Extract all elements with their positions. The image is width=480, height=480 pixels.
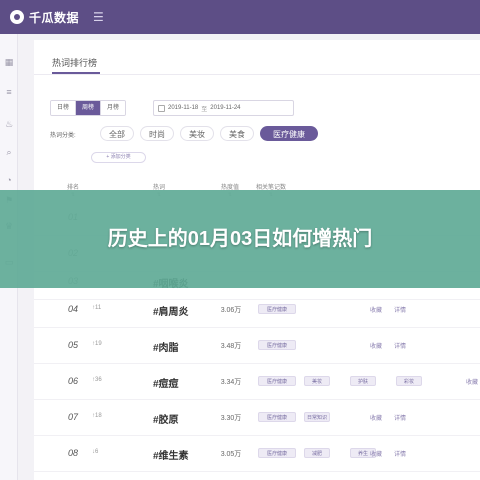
detail-link[interactable]: 详情 <box>394 413 406 422</box>
chart-icon[interactable]: ◔ <box>3 174 15 186</box>
category-tag: 医疗健康 <box>258 412 296 422</box>
keyword-link[interactable]: #痘痘 <box>153 375 179 390</box>
category-chip-all[interactable]: 全部 <box>100 126 134 141</box>
heat-value: 3.05万 <box>220 451 242 458</box>
collect-link[interactable]: 收藏 <box>370 449 382 458</box>
category-tag: 美妆 <box>304 376 330 386</box>
date-end: 2019-11-24 <box>210 105 241 111</box>
category-chip-food[interactable]: 美食 <box>220 126 254 141</box>
detail-link[interactable]: 详情 <box>394 305 406 314</box>
add-category-button[interactable]: + 添加分类 <box>91 152 146 163</box>
table-row[interactable]: 07↑18#胶原3.30万316医疗健康日常知识收藏详情 <box>34 400 480 436</box>
category-chip-health[interactable]: 医疗健康 <box>260 126 318 141</box>
title-divider <box>34 74 480 75</box>
category-tag: 医疗健康 <box>258 340 296 350</box>
rank-change: ↑18 <box>92 413 102 419</box>
keyword-link[interactable]: #肩周炎 <box>153 303 189 318</box>
keyword-link[interactable]: #肉脂 <box>153 339 179 354</box>
collect-link[interactable]: 收藏 <box>370 341 382 350</box>
rank-number: 05 <box>68 340 79 350</box>
category-tag: 日常知识 <box>304 412 330 422</box>
page-title: 热词排行榜 <box>52 58 98 68</box>
flame-icon[interactable]: ♨ <box>3 118 15 130</box>
collect-link[interactable]: 收藏 <box>370 413 382 422</box>
category-tag: 医疗健康 <box>258 448 296 458</box>
tab-monthly[interactable]: 月榜 <box>101 101 126 115</box>
heat-value: 3.06万 <box>220 307 242 314</box>
search-icon[interactable]: ⌕ <box>3 146 15 158</box>
calendar-icon <box>158 104 165 112</box>
grid-icon[interactable]: ▦ <box>3 56 15 68</box>
rank-number: 06 <box>68 376 79 386</box>
category-tag: 护肤 <box>350 376 376 386</box>
category-tag: 医疗健康 <box>258 304 296 314</box>
title-underline <box>52 72 100 74</box>
heat-value: 3.34万 <box>220 379 242 386</box>
rank-number: 08 <box>68 448 79 458</box>
heat-value: 3.30万 <box>220 415 242 422</box>
category-tag: 彩妆 <box>396 376 422 386</box>
menu-icon[interactable]: ☰ <box>93 10 104 24</box>
table-row[interactable]: 06↑36#痘痘3.34万565医疗健康美妆护肤彩妆收藏 <box>34 364 480 400</box>
date-start: 2019-11-18 <box>168 105 199 111</box>
category-tag: 医疗健康 <box>258 376 296 386</box>
date-separator: 至 <box>201 106 208 113</box>
date-range-picker[interactable]: 2019-11-18 至 2019-11-24 <box>153 100 294 116</box>
brand-logo-icon[interactable] <box>10 10 24 24</box>
rank-change: ↑19 <box>92 341 102 347</box>
detail-link[interactable]: 详情 <box>394 449 406 458</box>
category-chip-beauty[interactable]: 美妆 <box>180 126 214 141</box>
keyword-link[interactable]: #胶原 <box>153 411 179 426</box>
detail-link[interactable]: 详情 <box>394 341 406 350</box>
banner-title: 历史上的01月03日如何增热门 <box>107 228 373 250</box>
collect-link[interactable]: 收藏 <box>370 305 382 314</box>
rank-change: ↑11 <box>92 305 102 311</box>
table-row[interactable]: 08↓6#维生素3.05万406医疗健康减肥养生收藏详情 <box>34 436 480 472</box>
table-row[interactable]: 05↑19#肉脂3.48万310医疗健康收藏详情 <box>34 328 480 364</box>
brand-name[interactable]: 千瓜数据 <box>29 9 79 26</box>
tab-daily[interactable]: 日榜 <box>51 101 77 115</box>
rank-change: ↓6 <box>92 449 99 455</box>
period-switch: 日榜 周榜 月榜 <box>50 100 127 116</box>
category-tag: 减肥 <box>304 448 330 458</box>
rank-change: ↑36 <box>92 377 102 383</box>
category-label: 热词分类: <box>50 133 76 139</box>
table-row[interactable]: 04↑11#肩周炎3.06万23医疗健康收藏详情 <box>34 292 480 328</box>
rank-number: 07 <box>68 412 79 422</box>
collect-link[interactable]: 收藏 <box>466 377 478 386</box>
tab-weekly[interactable]: 周榜 <box>76 101 102 115</box>
heat-value: 3.48万 <box>220 343 242 350</box>
title-banner: 历史上的01月03日如何增热门 <box>0 190 480 288</box>
category-chip-fashion[interactable]: 时尚 <box>140 126 174 141</box>
rank-number: 04 <box>68 304 79 314</box>
top-bar: 千瓜数据 ☰ <box>0 0 480 34</box>
keyword-link[interactable]: #维生素 <box>153 447 189 462</box>
